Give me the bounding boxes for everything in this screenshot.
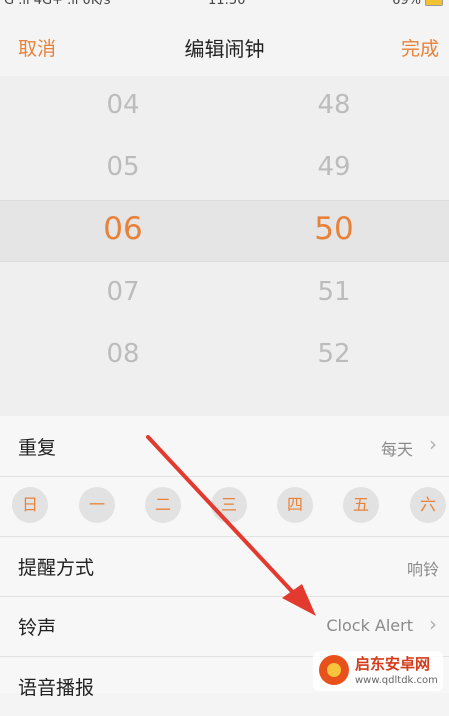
reminder-label: 提醒方式	[18, 557, 95, 579]
status-time: 11:50	[208, 0, 246, 8]
minute-option[interactable]: 51	[274, 277, 394, 307]
day-toggle-thu[interactable]: 四	[277, 487, 313, 523]
minute-option-selected[interactable]: 50	[274, 211, 394, 247]
watermark-title: 启东安卓网	[355, 655, 431, 673]
hour-option[interactable]: 08	[63, 339, 183, 369]
day-toggle-wed[interactable]: 三	[211, 487, 247, 523]
nav-bar: 取消 编辑闹钟 完成	[0, 12, 449, 76]
battery-icon	[425, 0, 443, 6]
watermark-url: www.qdltdk.com	[355, 675, 438, 686]
day-toggle-mon[interactable]: 一	[79, 487, 115, 523]
network-status: G .ıl 4G+ .ıl 0K/s	[4, 0, 111, 8]
day-toggle-sun[interactable]: 日	[12, 487, 48, 523]
chevron-right-icon: ›	[429, 432, 437, 456]
reminder-row[interactable]: 提醒方式 响铃	[0, 536, 449, 597]
time-picker[interactable]: 04 05 06 07 08 48 49 50 51 52	[0, 76, 449, 416]
reminder-value: 响铃	[406, 560, 439, 579]
hour-option[interactable]: 05	[63, 152, 183, 182]
repeat-row[interactable]: 重复 每天 ›	[0, 416, 449, 477]
watermark-icon	[319, 655, 349, 685]
watermark-logo: 启东安卓网 www.qdltdk.com	[313, 651, 443, 691]
status-bar: G .ıl 4G+ .ıl 0K/s 11:50 69%	[0, 0, 449, 12]
page-title: 编辑闹钟	[184, 37, 265, 61]
weekday-selector: 日 一 二 三 四 五 六	[0, 476, 449, 537]
repeat-value: 每天	[380, 440, 413, 459]
day-toggle-tue[interactable]: 二	[145, 487, 181, 523]
hour-option-selected[interactable]: 06	[63, 211, 183, 247]
day-toggle-fri[interactable]: 五	[343, 487, 379, 523]
hour-option[interactable]: 04	[63, 90, 183, 120]
minute-option[interactable]: 48	[274, 90, 394, 120]
ringtone-value: Clock Alert	[326, 616, 413, 635]
repeat-label: 重复	[18, 437, 57, 459]
day-toggle-sat[interactable]: 六	[410, 487, 446, 523]
minute-option[interactable]: 52	[274, 339, 394, 369]
minute-option[interactable]: 49	[274, 152, 394, 182]
ringtone-row[interactable]: 铃声 Clock Alert ›	[0, 596, 449, 657]
voice-broadcast-label: 语音播报	[18, 677, 95, 699]
done-button[interactable]: 完成	[401, 34, 439, 61]
chevron-right-icon: ›	[429, 612, 437, 636]
ringtone-label: 铃声	[18, 617, 57, 639]
battery-percent: 69%	[392, 0, 421, 8]
hour-option[interactable]: 07	[63, 277, 183, 307]
